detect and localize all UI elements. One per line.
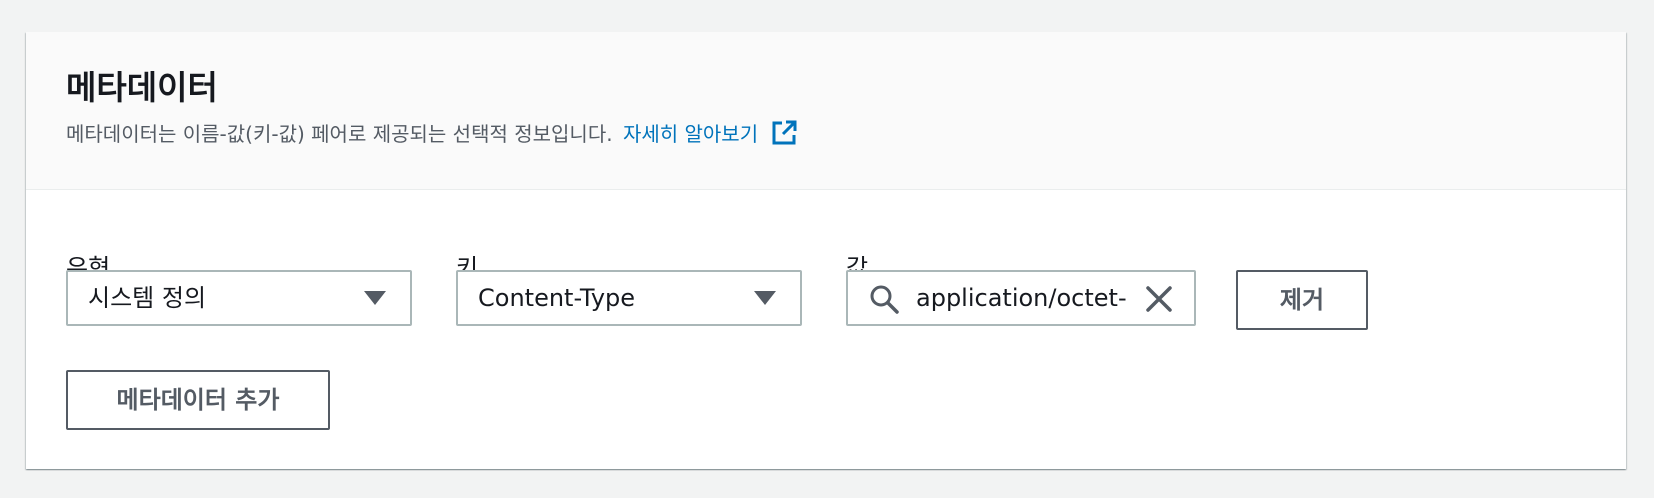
value-input[interactable] [916, 278, 1126, 318]
panel-title: 메타데이터 [66, 68, 218, 107]
learn-more-link[interactable]: 자세히 알아보기 [622, 120, 799, 146]
value-autosuggest [846, 270, 1196, 326]
panel-description: 메타데이터는 이름-값(키-값) 페어로 제공되는 선택적 정보입니다. 자세히… [66, 118, 798, 150]
caret-down-icon [364, 291, 386, 305]
panel-header: 메타데이터 메타데이터는 이름-값(키-값) 페어로 제공되는 선택적 정보입니… [26, 32, 1626, 190]
metadata-panel: 메타데이터 메타데이터는 이름-값(키-값) 페어로 제공되는 선택적 정보입니… [26, 32, 1626, 469]
description-text: 메타데이터는 이름-값(키-값) 페어로 제공되는 선택적 정보입니다. [66, 122, 613, 146]
external-link-icon [772, 120, 797, 145]
key-select-value: Content-Type [478, 284, 636, 312]
caret-down-icon [754, 291, 776, 305]
type-select-value: 시스템 정의 [88, 284, 207, 312]
search-icon [870, 285, 899, 314]
type-select[interactable]: 시스템 정의 [66, 270, 412, 326]
clear-icon[interactable] [1144, 284, 1174, 314]
key-select[interactable]: Content-Type [456, 270, 802, 326]
remove-button[interactable]: 제거 [1236, 270, 1368, 330]
learn-more-label: 자세히 알아보기 [622, 122, 759, 146]
add-metadata-button[interactable]: 메타데이터 추가 [66, 370, 330, 430]
